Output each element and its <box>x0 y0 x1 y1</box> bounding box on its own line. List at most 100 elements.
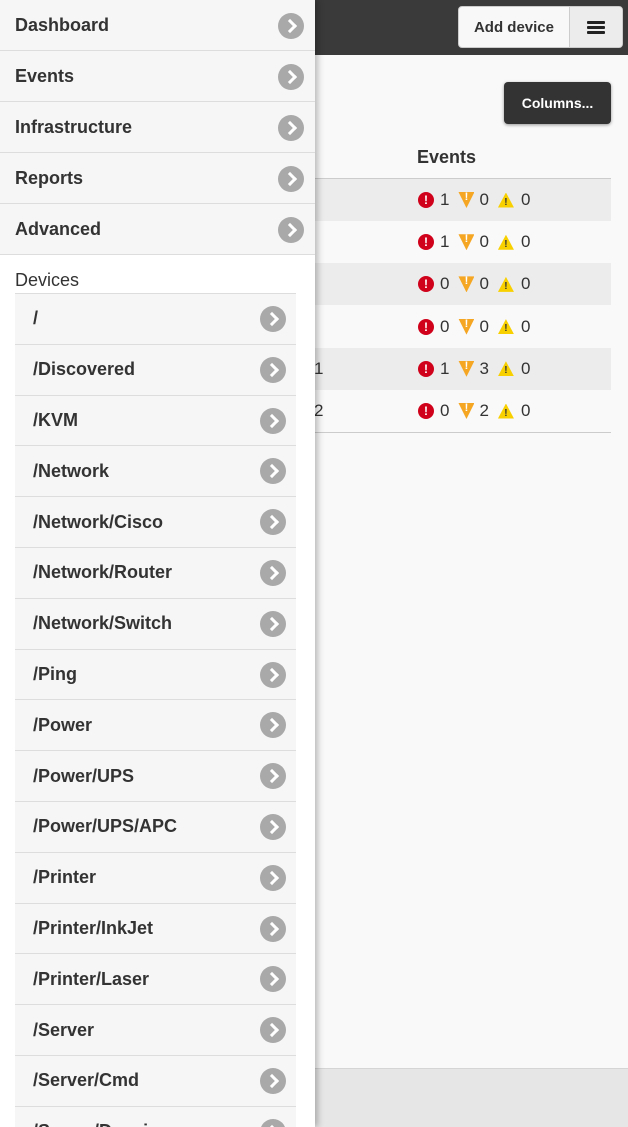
warning-icon: ! <box>497 234 514 250</box>
event-counts[interactable]: ! 1! 0! 0 <box>418 190 530 210</box>
chevron-right-icon <box>278 64 304 90</box>
table-bottom-divider <box>300 432 611 433</box>
menu-button[interactable] <box>570 7 622 47</box>
device-class-label: /Server/Darwin <box>33 1121 159 1127</box>
event-counts[interactable]: ! 0! 0! 0 <box>418 274 530 294</box>
critical-icon: ! <box>418 403 434 419</box>
table-row[interactable]: ! 0! 0! 0 <box>300 306 611 348</box>
nav-item-label: Infrastructure <box>15 116 133 137</box>
event-counts[interactable]: ! 1! 3! 0 <box>418 359 530 379</box>
device-class-item[interactable]: /Network/Router <box>15 547 296 599</box>
critical-icon: ! <box>418 360 434 377</box>
error-count: 3 <box>479 358 489 378</box>
device-class-label: /Power <box>33 714 93 735</box>
chevron-right-icon <box>260 763 286 790</box>
device-class-item[interactable]: /Network/Cisco <box>15 497 296 548</box>
chevron-right-icon <box>260 306 286 332</box>
event-counts[interactable]: ! 0! 2! 0 <box>418 401 530 421</box>
chevron-right-icon <box>278 217 304 243</box>
warning-icon: ! <box>497 403 514 419</box>
nav-item-dashboard[interactable]: Dashboard <box>0 0 315 51</box>
device-class-item[interactable]: /Printer/Laser <box>15 954 296 1006</box>
critical-count: 0 <box>440 401 450 420</box>
columns-button[interactable]: Columns... <box>504 82 611 124</box>
device-class-item[interactable]: /Ping <box>15 649 296 701</box>
error-icon: ! <box>458 318 475 335</box>
nav-item-label: Advanced <box>15 218 102 239</box>
device-class-item[interactable]: /Network <box>15 446 296 498</box>
error-count: 0 <box>479 190 489 209</box>
error-count: 2 <box>479 401 489 420</box>
device-class-item[interactable]: /Discovered <box>15 344 296 396</box>
device-class-item[interactable]: /Server <box>15 1005 296 1056</box>
chevron-right-icon <box>260 458 286 485</box>
row-number: 2 <box>314 401 324 420</box>
table-row[interactable]: 2! 0! 2! 0 <box>300 390 611 432</box>
nav-item-infrastructure[interactable]: Infrastructure <box>0 102 315 153</box>
device-class-item[interactable]: /Power <box>15 700 296 752</box>
event-counts[interactable]: ! 0! 0! 0 <box>418 317 530 337</box>
device-class-label: /Network <box>33 460 110 481</box>
device-class-label: /KVM <box>33 409 78 430</box>
device-class-item[interactable]: /KVM <box>15 395 296 447</box>
table-row[interactable]: 1! 1! 3! 0 <box>300 347 611 390</box>
device-class-item[interactable]: /Printer/InkJet <box>15 903 296 955</box>
device-class-item[interactable]: /Power/UPS <box>15 751 296 802</box>
error-icon: ! <box>458 276 475 293</box>
chevron-right-icon <box>260 1118 286 1127</box>
chevron-right-icon <box>260 712 286 739</box>
device-class-item[interactable]: /Printer <box>15 852 296 904</box>
device-class-label: /Power/UPS <box>33 765 135 786</box>
chevron-right-icon <box>260 356 286 383</box>
table-row[interactable]: ! 0! 0! 0 <box>300 263 611 306</box>
events-column-header[interactable]: Events <box>417 147 476 168</box>
chevron-right-icon <box>260 509 286 536</box>
chevron-right-icon <box>260 1017 286 1044</box>
device-class-item[interactable]: /Network/Switch <box>15 598 296 650</box>
devices-section-title: Devices <box>15 270 80 290</box>
device-class-label: /Ping <box>33 663 77 684</box>
chevron-right-icon <box>260 864 286 891</box>
table-row[interactable]: ! 1! 0! 0 <box>300 179 611 221</box>
nav-item-events[interactable]: Events <box>0 51 315 102</box>
add-device-button[interactable]: Add device <box>459 7 570 47</box>
warning-icon: ! <box>497 361 514 377</box>
critical-icon: ! <box>418 318 434 335</box>
device-class-label: /Printer/Laser <box>33 968 150 989</box>
device-class-item[interactable]: /Power/UPS/APC <box>15 801 296 853</box>
chevron-right-icon <box>260 559 286 586</box>
warning-count: 0 <box>520 274 531 294</box>
device-class-label: / <box>33 308 39 329</box>
error-icon: ! <box>458 234 475 251</box>
nav-item-label: Dashboard <box>15 14 110 35</box>
warning-count: 0 <box>520 401 531 420</box>
device-class-item[interactable]: /Server/Darwin <box>15 1106 296 1127</box>
device-class-label: /Network/Cisco <box>33 511 164 532</box>
critical-count: 1 <box>440 232 450 252</box>
device-class-label: /Network/Switch <box>33 613 173 634</box>
error-count: 0 <box>479 232 489 252</box>
header-button-group: Add device <box>457 6 623 48</box>
error-icon: ! <box>458 403 475 419</box>
device-class-label: /Printer <box>33 867 97 888</box>
event-counts[interactable]: ! 1! 0! 0 <box>418 232 530 252</box>
nav-item-advanced[interactable]: Advanced <box>0 204 315 255</box>
chevron-right-icon <box>278 166 304 192</box>
device-class-label: /Server <box>33 1019 95 1040</box>
device-class-item[interactable]: /Server/Cmd <box>15 1055 296 1107</box>
nav-item-reports[interactable]: Reports <box>0 153 315 204</box>
chevron-right-icon <box>260 966 286 993</box>
chevron-right-icon <box>260 407 286 434</box>
device-class-label: /Power/UPS/APC <box>33 816 178 837</box>
error-count: 0 <box>479 274 489 294</box>
table-row[interactable]: ! 1! 0! 0 <box>300 221 611 263</box>
device-class-label: /Server/Cmd <box>33 1070 140 1091</box>
device-class-item[interactable]: / <box>15 294 296 345</box>
critical-icon: ! <box>418 234 434 251</box>
critical-count: 1 <box>440 190 450 209</box>
warning-count: 0 <box>520 232 531 252</box>
nav-item-label: Events <box>15 65 75 86</box>
hamburger-icon <box>587 20 605 34</box>
critical-icon: ! <box>418 276 434 293</box>
warning-count: 0 <box>520 316 531 336</box>
